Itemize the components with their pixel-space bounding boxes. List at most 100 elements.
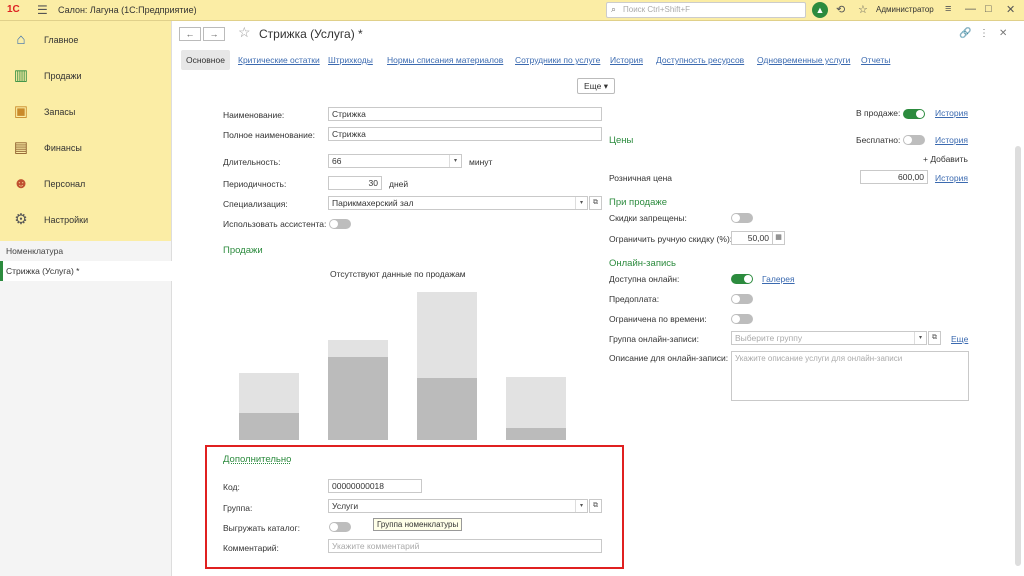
online-group-select[interactable]: Выберите группу ▾	[731, 331, 927, 345]
spec-value: Парикмахерский зал	[332, 198, 414, 208]
tab-writeoff-norms[interactable]: Нормы списания материалов	[387, 50, 503, 70]
people-icon: ☻	[13, 175, 29, 192]
online-desc-label: Описание для онлайн-записи:	[609, 353, 729, 363]
app-title: Салон: Лагуна (1С:Предприятие)	[58, 5, 197, 15]
tooltip: Группа номенклатуры	[373, 518, 463, 531]
placeholder-bar	[328, 340, 388, 440]
sidebar-item-sales[interactable]: ▥ Продажи	[0, 59, 172, 95]
period-unit: дней	[389, 179, 409, 189]
chevron-down-icon[interactable]: ▾	[575, 500, 587, 512]
forward-button[interactable]: →	[203, 27, 225, 41]
duration-select[interactable]: 66 ▾	[328, 154, 462, 168]
period-field[interactable]: 30	[328, 176, 382, 190]
limit-discount-field[interactable]: 50,00	[731, 231, 773, 245]
close-form-icon[interactable]: ✕	[999, 28, 1007, 39]
search-icon: ⌕	[611, 4, 617, 14]
maximize-icon[interactable]: □	[985, 3, 992, 15]
free-label: Бесплатно:	[856, 135, 901, 145]
main-form: ← → ☆ Стрижка (Услуга) * 🔗 ⋮ ✕ Основное …	[173, 21, 1024, 576]
add-price-button[interactable]: + Добавить	[923, 154, 968, 164]
sidebar-item-label: Главное	[44, 35, 79, 45]
open-group-icon[interactable]: ⧉	[589, 499, 602, 513]
sidebar-item-label: Финансы	[44, 143, 82, 153]
tab-reports[interactable]: Отчеты	[861, 50, 890, 70]
scrollbar[interactable]	[1015, 146, 1021, 566]
on-sale-history-link[interactable]: История	[935, 108, 968, 118]
discounts-label: Скидки запрещены:	[609, 213, 687, 223]
group-select[interactable]: Услуги ▾	[328, 499, 588, 513]
back-button[interactable]: ←	[179, 27, 201, 41]
link-icon[interactable]: 🔗	[959, 28, 971, 39]
free-history-link[interactable]: История	[935, 135, 968, 145]
more-icon[interactable]: ⋮	[979, 28, 989, 39]
tab-barcodes[interactable]: Штрихкоды	[328, 50, 373, 70]
minimize-icon[interactable]: —	[965, 3, 976, 15]
code-label: Код:	[223, 482, 240, 492]
search-placeholder: Поиск Ctrl+Shift+F	[623, 5, 691, 14]
star-icon[interactable]: ☆	[858, 3, 868, 16]
chevron-down-icon[interactable]: ▾	[914, 332, 926, 344]
sidebar-item-stock[interactable]: ▣ Запасы	[0, 95, 172, 131]
free-toggle[interactable]	[903, 135, 925, 145]
close-icon[interactable]: ✕	[1006, 3, 1015, 16]
sidebar-item-main[interactable]: ⌂ Главное	[0, 23, 172, 59]
open-online-group-icon[interactable]: ⧉	[928, 331, 941, 345]
placeholder-bar	[417, 292, 477, 440]
chevron-down-icon[interactable]: ▾	[575, 197, 587, 209]
spec-select[interactable]: Парикмахерский зал ▾	[328, 196, 588, 210]
user-name[interactable]: Администратор	[876, 5, 934, 14]
tab-resources[interactable]: Доступность ресурсов	[656, 50, 744, 70]
notification-icon[interactable]: ▲	[812, 2, 828, 18]
sidebar-item-label: Настройки	[44, 215, 89, 225]
favorite-star-icon[interactable]: ☆	[238, 24, 251, 41]
chevron-down-icon[interactable]: ▾	[449, 155, 461, 167]
calculator-icon[interactable]: ▦	[772, 231, 785, 245]
placeholder-bar	[239, 373, 299, 440]
sidebar-item-settings[interactable]: ⚙ Настройки	[0, 203, 172, 239]
prepayment-toggle[interactable]	[731, 294, 753, 304]
open-spec-icon[interactable]: ⧉	[589, 196, 602, 210]
assistant-label: Использовать ассистента:	[223, 219, 327, 229]
online-group-more-link[interactable]: Еще	[951, 334, 968, 344]
no-data-message: Отсутствуют данные по продажам	[330, 269, 466, 279]
tab-critical-stock[interactable]: Критические остатки	[238, 50, 320, 70]
comment-field[interactable]: Укажите комментарий	[328, 539, 602, 553]
name-field[interactable]: Стрижка	[328, 107, 602, 121]
retail-price-label: Розничная цена	[609, 173, 673, 183]
available-online-toggle[interactable]	[731, 274, 753, 284]
section-heading: Номенклатура	[6, 246, 64, 256]
export-label: Выгружать каталог:	[223, 523, 300, 533]
export-toggle[interactable]	[329, 522, 351, 532]
app-logo: 1С	[7, 4, 20, 15]
history-icon[interactable]: ⟲	[836, 3, 845, 16]
fullname-field[interactable]: Стрижка	[328, 127, 602, 141]
discounts-toggle[interactable]	[731, 213, 753, 223]
sales-section-title: Продажи	[223, 245, 263, 256]
assistant-toggle[interactable]	[329, 219, 351, 229]
retail-price-field[interactable]: 600,00	[860, 170, 928, 184]
tab-history[interactable]: История	[610, 50, 643, 70]
group-label: Группа:	[223, 503, 253, 513]
limit-discount-label: Ограничить ручную скидку (%):	[609, 234, 733, 244]
online-group-label: Группа онлайн-записи:	[609, 334, 700, 344]
search-input[interactable]: ⌕ Поиск Ctrl+Shift+F	[606, 2, 806, 18]
settings-icon[interactable]: ≡	[945, 3, 951, 15]
on-sale-toggle[interactable]	[903, 109, 925, 119]
more-button[interactable]: Еще ▾	[577, 78, 615, 94]
tab-employees[interactable]: Сотрудники по услуге	[515, 50, 600, 70]
section-nav: ⌂ Главное ▥ Продажи ▣ Запасы ▤ Финансы ☻ Перс…	[0, 21, 171, 241]
online-desc-field[interactable]: Укажите описание услуги для онлайн-запис…	[731, 351, 969, 401]
on-sale-label: В продаже:	[856, 108, 901, 118]
duration-unit: минут	[469, 157, 493, 167]
menu-icon[interactable]: ☰	[37, 3, 48, 17]
code-field[interactable]: 00000000018	[328, 479, 422, 493]
tab-simultaneous[interactable]: Одновременные услуги	[757, 50, 850, 70]
additional-section-title[interactable]: Дополнительно	[223, 454, 291, 465]
sidebar-item-staff[interactable]: ☻ Персонал	[0, 167, 172, 203]
tab-main[interactable]: Основное	[181, 50, 230, 70]
gallery-link[interactable]: Галерея	[762, 274, 795, 284]
price-history-link[interactable]: История	[935, 173, 968, 183]
open-window-tab[interactable]: Стрижка (Услуга) *	[0, 261, 172, 281]
time-limit-toggle[interactable]	[731, 314, 753, 324]
sidebar-item-finance[interactable]: ▤ Финансы	[0, 131, 172, 167]
